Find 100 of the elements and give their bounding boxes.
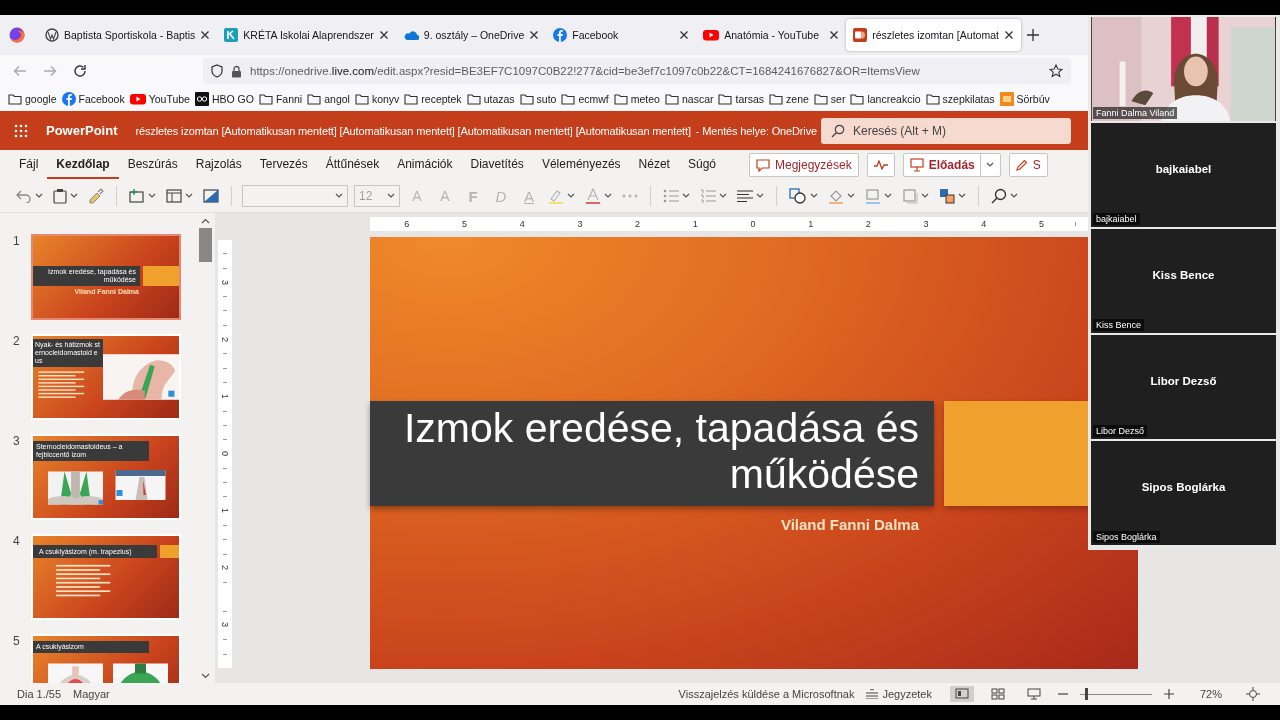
activity-button[interactable] (866, 153, 895, 177)
view-button[interactable] (949, 686, 974, 702)
participant-label: Libor Dezső (1093, 425, 1148, 437)
layout-icon[interactable] (166, 189, 182, 203)
participant-name: Kiss Bence (1152, 269, 1215, 281)
close-icon[interactable] (529, 30, 540, 40)
slide-number: 4 (12, 534, 21, 548)
close-icon[interactable] (679, 30, 690, 40)
caret-icon (756, 193, 764, 199)
zoom-level[interactable]: 72% (1199, 688, 1222, 700)
ribbon-tab[interactable]: Súgó (678, 151, 725, 179)
ribbon-tab[interactable]: Véleményezés (532, 151, 630, 179)
browser-tab[interactable]: részletes izomtan [Automat (846, 19, 1021, 51)
scroll-down-icon[interactable] (200, 673, 210, 679)
close-icon[interactable] (829, 30, 840, 40)
ribbon-tab[interactable]: Animációk (388, 151, 462, 179)
site-icon (999, 92, 1014, 106)
feedback-link[interactable]: Visszajelzés küldése a Microsoftnak (678, 688, 855, 700)
search-icon[interactable] (991, 188, 1007, 204)
bookmark[interactable]: ecmwf (561, 93, 609, 105)
participant-label: Kiss Bence (1093, 319, 1145, 331)
fill-icon[interactable] (828, 188, 844, 204)
language-label[interactable]: Magyar (73, 688, 110, 700)
reload-icon[interactable] (73, 64, 87, 78)
bookmark[interactable]: receptek (404, 93, 462, 105)
zoom-in-icon[interactable] (1163, 689, 1174, 699)
browser-tab[interactable]: KRÉTA Iskolai Alaprendszer (217, 19, 396, 51)
caret-icon (148, 193, 156, 199)
bookmark[interactable]: tarsas (718, 93, 765, 105)
scroll-up-icon[interactable] (200, 218, 210, 224)
sorter-view-icon (990, 688, 1005, 700)
scrollbar-thumb[interactable] (198, 228, 212, 262)
browser-tab[interactable]: Facebook (546, 19, 697, 51)
search-field[interactable]: Keresés (Alt + M) (820, 117, 1071, 144)
facebook-icon (553, 28, 568, 42)
font-name-field[interactable] (242, 185, 348, 207)
browser-tab[interactable]: Baptista Sportiskola - Baptis (38, 19, 218, 51)
ribbon-tab[interactable]: Rajzolás (186, 151, 251, 179)
present-button[interactable]: Előadás (902, 153, 1001, 177)
star-icon[interactable] (1049, 64, 1063, 78)
bullets-icon[interactable] (663, 189, 679, 203)
browser-tab[interactable]: Anatómia - YouTube (696, 19, 847, 51)
bookmark[interactable]: ser (813, 93, 846, 105)
fit-slide-icon[interactable] (1246, 687, 1260, 701)
app-launcher-icon[interactable] (14, 123, 28, 138)
caret-icon (985, 162, 994, 168)
ribbon-tab[interactable]: Tervezés (250, 151, 317, 179)
new-slide-icon[interactable] (129, 189, 145, 203)
search-icon (830, 123, 845, 138)
close-icon[interactable] (200, 30, 211, 40)
bookmark[interactable]: HBO GO (194, 92, 254, 106)
edit-button[interactable]: S (1008, 153, 1048, 177)
bookmark[interactable]: lancreakcio (850, 93, 921, 105)
text-lines-drawing (37, 370, 87, 400)
align-icon[interactable] (737, 190, 753, 202)
document-title[interactable]: részletes izomtan [Automatikusan mentett] [Automatikusan mentett] [Automatikusan mentett] [Automatikusan mentett] (135, 124, 691, 137)
notes-button[interactable]: Jegyzetek (866, 688, 932, 700)
save-location: - Mentés helye: OneDrive (695, 124, 817, 137)
ribbon-tab[interactable]: Fájl (10, 151, 48, 179)
arrange-icon[interactable] (939, 188, 955, 204)
participant-label: Sipos Boglárka (1093, 531, 1160, 543)
browser-tab[interactable]: 9. osztály – OneDrive (395, 19, 547, 51)
address-bar[interactable]: https://onedrive.live.com/edit.aspx?resid=BE3EF7C1097C0B22!277&cid=be3ef7c1097c0b22&CT=1684241676827&OR=ItemsView (203, 58, 1071, 84)
folder-icon (925, 93, 940, 105)
bookmark[interactable]: YouTube (129, 93, 190, 105)
ribbon-tab[interactable]: Diavetítés (461, 151, 533, 179)
close-icon[interactable] (378, 30, 389, 40)
ribbon-tab[interactable]: Beszúrás (118, 151, 187, 179)
format-painter-icon[interactable] (88, 188, 104, 204)
bookmark[interactable]: konyv (354, 93, 400, 105)
bookmark[interactable]: Facebook (61, 92, 125, 106)
undo-icon[interactable] (16, 189, 32, 203)
ruler-number: 2 (220, 336, 230, 342)
caret-icon (810, 193, 818, 199)
reset-slide-icon[interactable] (203, 189, 219, 203)
font-color-icon[interactable] (585, 188, 601, 204)
participant-name: Libor Dezső (1150, 375, 1217, 387)
close-icon[interactable] (1003, 30, 1014, 40)
new-tab-icon[interactable] (1026, 29, 1039, 41)
caret-icon (682, 193, 690, 199)
bookmark[interactable]: angol (307, 93, 350, 105)
caret-icon (35, 193, 43, 199)
ribbon-tab[interactable]: Nézet (629, 151, 679, 179)
bookmark[interactable]: szepkilatas (925, 93, 995, 105)
app-name[interactable]: PowerPoint (46, 123, 118, 138)
bookmark[interactable]: utazas (466, 93, 515, 105)
ribbon-tab[interactable]: Áttűnések (316, 151, 389, 179)
bookmark[interactable]: meteo (613, 93, 660, 105)
bookmark[interactable]: Sörbúv (999, 92, 1050, 106)
bookmark[interactable]: zene (769, 93, 809, 105)
bookmark[interactable]: Fanni (258, 93, 303, 105)
clipboard-icon[interactable] (53, 188, 67, 204)
shapes-icon[interactable] (789, 188, 807, 204)
comments-button[interactable]: Megjegyzések (749, 153, 859, 177)
bookmark[interactable]: google (8, 93, 57, 105)
bookmark[interactable]: suto (519, 93, 557, 105)
presenter-icon (909, 158, 924, 172)
bookmark[interactable]: nascar (664, 93, 714, 105)
folder-icon (718, 93, 733, 105)
ruler-number: 2 (220, 564, 230, 570)
